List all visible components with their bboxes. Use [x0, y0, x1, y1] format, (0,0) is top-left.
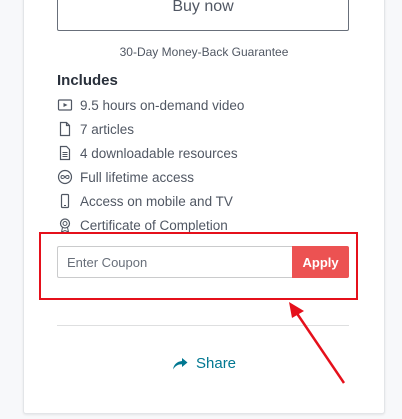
annotation-arrow	[289, 302, 346, 384]
